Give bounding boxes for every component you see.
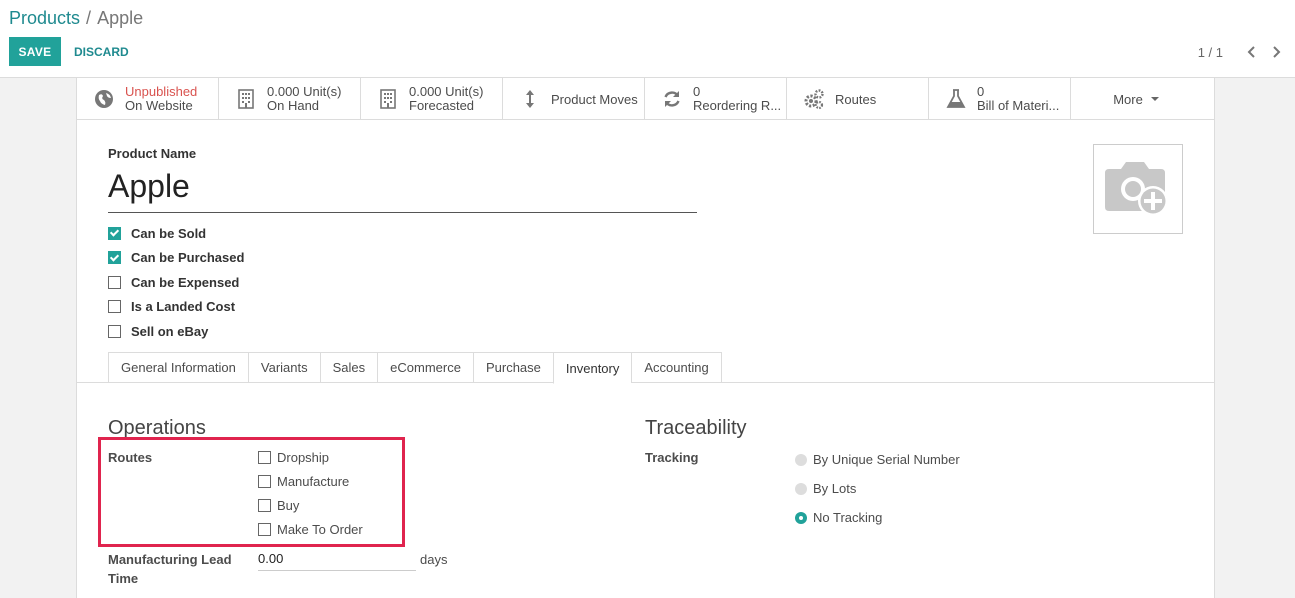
tracking-no-tracking[interactable]: No Tracking bbox=[795, 503, 960, 532]
forecasted-button[interactable]: 0.000 Unit(s) Forecasted bbox=[361, 78, 503, 120]
routes-label: Routes bbox=[835, 91, 877, 107]
routes-highlight-box bbox=[98, 437, 405, 547]
tab-variants[interactable]: Variants bbox=[247, 352, 320, 383]
option-can-be-purchased[interactable]: Can be Purchased bbox=[108, 246, 244, 271]
breadcrumb: Products / Apple bbox=[9, 7, 143, 29]
flask-icon bbox=[945, 88, 967, 110]
product-moves-button[interactable]: Product Moves bbox=[503, 78, 645, 120]
on-hand-button[interactable]: 0.000 Unit(s) On Hand bbox=[219, 78, 361, 120]
bom-count: 0 bbox=[977, 85, 985, 99]
tab-purchase[interactable]: Purchase bbox=[472, 352, 553, 383]
checkbox[interactable] bbox=[108, 226, 121, 240]
radio-button[interactable] bbox=[795, 511, 807, 524]
chevron-left-icon bbox=[1247, 46, 1255, 58]
radio-button[interactable] bbox=[795, 482, 807, 495]
gears-icon bbox=[803, 88, 825, 110]
product-moves-label: Product Moves bbox=[551, 91, 638, 107]
checkbox[interactable] bbox=[108, 324, 121, 338]
on-hand-quantity: 0.000 Unit(s) bbox=[267, 85, 342, 99]
save-button[interactable]: SAVE bbox=[9, 37, 61, 66]
building-icon bbox=[377, 88, 399, 110]
pager: 1 / 1 bbox=[1198, 42, 1285, 62]
manufacturing-lead-time-input[interactable]: 0.00 bbox=[258, 551, 416, 571]
camera-plus-icon bbox=[1105, 162, 1168, 216]
more-label: More bbox=[1113, 91, 1143, 107]
more-button[interactable]: More bbox=[1071, 78, 1201, 120]
globe-icon bbox=[93, 88, 115, 110]
tab-ecommerce[interactable]: eCommerce bbox=[377, 352, 473, 383]
pager-previous-button[interactable] bbox=[1243, 43, 1261, 61]
tracking-by-serial[interactable]: By Unique Serial Number bbox=[795, 445, 960, 474]
website-publish-button[interactable]: Unpublished On Website bbox=[77, 78, 219, 120]
tracking-options: By Unique Serial Number By Lots No Track… bbox=[795, 445, 960, 532]
product-name-label: Product Name bbox=[108, 146, 197, 161]
checkbox[interactable] bbox=[108, 251, 121, 265]
bill-of-materials-button[interactable]: 0 Bill of Materi... bbox=[929, 78, 1071, 120]
option-can-be-expensed[interactable]: Can be Expensed bbox=[108, 270, 244, 295]
on-hand-label: On Hand bbox=[267, 99, 320, 113]
pager-next-button[interactable] bbox=[1267, 43, 1285, 61]
routes-button[interactable]: Routes bbox=[787, 78, 929, 120]
product-image-upload[interactable] bbox=[1093, 144, 1183, 234]
option-sell-on-ebay[interactable]: Sell on eBay bbox=[108, 319, 244, 344]
radio-button[interactable] bbox=[795, 453, 807, 466]
refresh-icon bbox=[661, 88, 683, 110]
breadcrumb-products-link[interactable]: Products bbox=[9, 8, 80, 28]
breadcrumb-current: Apple bbox=[97, 8, 144, 28]
notebook-tabs: General Information Variants Sales eComm… bbox=[108, 352, 722, 384]
product-options: Can be Sold Can be Purchased Can be Expe… bbox=[108, 221, 244, 344]
checkbox[interactable] bbox=[108, 275, 121, 289]
control-panel: Products / Apple SAVE DISCARD 1 / 1 bbox=[0, 0, 1295, 78]
bom-label: Bill of Materi... bbox=[977, 99, 1060, 113]
building-icon bbox=[235, 88, 257, 110]
reordering-rules-button[interactable]: 0 Reordering R... bbox=[645, 78, 787, 120]
tab-sales[interactable]: Sales bbox=[319, 352, 378, 383]
discard-button[interactable]: DISCARD bbox=[66, 37, 137, 66]
checkbox[interactable] bbox=[108, 300, 121, 314]
breadcrumb-separator: / bbox=[86, 8, 92, 28]
reordering-label: Reordering R... bbox=[693, 99, 782, 113]
reordering-count: 0 bbox=[693, 85, 701, 99]
tracking-label: Tracking bbox=[645, 450, 699, 465]
tab-general-information[interactable]: General Information bbox=[108, 352, 248, 383]
arrows-vertical-icon bbox=[519, 88, 541, 110]
pager-value: 1 / 1 bbox=[1197, 44, 1223, 60]
form-sheet: Unpublished On Website 0.000 Unit(s) On Ha… bbox=[76, 78, 1215, 598]
forecasted-quantity: 0.000 Unit(s) bbox=[409, 85, 484, 99]
website-status: Unpublished bbox=[125, 85, 198, 99]
smart-button-box: Unpublished On Website 0.000 Unit(s) On Ha… bbox=[77, 78, 1214, 120]
tracking-by-lots[interactable]: By Lots bbox=[795, 474, 960, 503]
tab-inventory[interactable]: Inventory bbox=[552, 352, 632, 384]
website-status-label: On Website bbox=[125, 99, 193, 113]
tab-accounting[interactable]: Accounting bbox=[631, 352, 722, 383]
lead-time-unit: days bbox=[420, 552, 448, 567]
traceability-title: Traceability bbox=[645, 417, 747, 439]
product-name-input[interactable]: Apple bbox=[108, 166, 697, 213]
chevron-right-icon bbox=[1273, 46, 1281, 58]
manufacturing-lead-time-label: Manufacturing Lead Time bbox=[108, 552, 232, 586]
caret-down-icon bbox=[1150, 97, 1159, 101]
option-can-be-sold[interactable]: Can be Sold bbox=[108, 221, 244, 246]
option-is-landed-cost[interactable]: Is a Landed Cost bbox=[108, 295, 244, 320]
forecasted-label: Forecasted bbox=[409, 99, 475, 113]
